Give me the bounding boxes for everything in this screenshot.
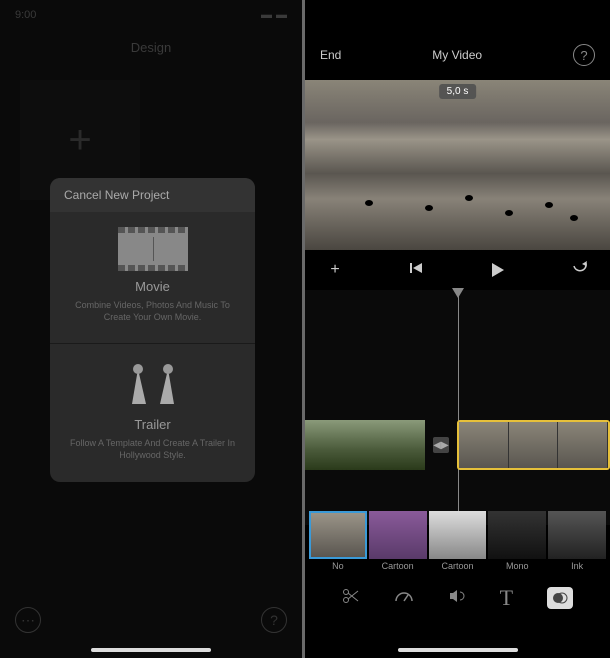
filter-thumb [548, 511, 606, 559]
transport-bar: + [305, 250, 610, 290]
filter-row: No Cartoon Cartoon Mono Ink [305, 511, 610, 576]
clip-2-selected[interactable] [457, 420, 610, 470]
timeline[interactable]: ◀▶ [305, 290, 610, 525]
home-indicator[interactable] [91, 648, 211, 652]
wifi-icon: ▬ [276, 9, 287, 21]
add-media-button[interactable]: + [320, 261, 350, 279]
filter-cartoon2[interactable]: Cartoon [429, 511, 487, 576]
filter-thumb [369, 511, 427, 559]
clip-row: ◀▶ [305, 420, 610, 470]
prev-button[interactable] [402, 261, 432, 280]
done-button[interactable]: End [320, 48, 341, 62]
transition-button[interactable]: ◀▶ [433, 437, 449, 453]
new-project-modal: Cancel New Project Movie Combine Videos,… [50, 178, 255, 482]
trailer-desc: Follow A Template And Create A Trailer I… [60, 438, 245, 461]
filter-label: No [309, 561, 367, 571]
trailer-title: Trailer [60, 417, 245, 432]
play-button[interactable] [483, 263, 513, 277]
scissors-icon[interactable] [342, 587, 360, 610]
right-screen: End My Video ? 5,0 s + ◀▶ [305, 0, 610, 658]
trailer-option[interactable]: Trailer Follow A Template And Create A T… [50, 344, 255, 481]
video-preview[interactable]: 5,0 s [305, 80, 610, 250]
speedometer-icon[interactable] [394, 587, 414, 610]
filter-mono[interactable]: Mono [488, 511, 546, 576]
help-button[interactable]: ? [573, 44, 595, 66]
filter-tool-icon[interactable] [547, 587, 573, 609]
project-title[interactable]: My Video [432, 48, 482, 62]
filter-thumb [429, 511, 487, 559]
movie-desc: Combine Videos, Photos And Music To Crea… [60, 300, 245, 323]
filter-cartoon[interactable]: Cartoon [369, 511, 427, 576]
movie-option[interactable]: Movie Combine Videos, Photos And Music T… [50, 212, 255, 344]
tool-bar: T [305, 578, 610, 618]
filter-label: Mono [488, 561, 546, 571]
signal-icon: ▬ [261, 9, 272, 21]
duck [425, 205, 433, 211]
filter-none[interactable]: No [309, 511, 367, 576]
volume-icon[interactable] [448, 587, 466, 610]
modal-cancel-header[interactable]: Cancel New Project [50, 178, 255, 212]
filter-thumb [488, 511, 546, 559]
top-nav: End My Video ? [305, 30, 610, 80]
status-icons: ▬ ▬ [261, 9, 287, 21]
movie-title: Movie [60, 279, 245, 294]
plus-icon: + [68, 118, 91, 163]
duck [365, 200, 373, 206]
duck [570, 215, 578, 221]
home-indicator[interactable] [398, 648, 518, 652]
bottom-bar: ⋯ ? [15, 607, 287, 633]
more-button[interactable]: ⋯ [15, 607, 41, 633]
clip-1[interactable] [305, 420, 425, 470]
text-icon[interactable]: T [500, 585, 513, 611]
projects-header: Design [0, 30, 302, 65]
filter-thumb [309, 511, 367, 559]
filter-label: Cartoon [429, 561, 487, 571]
duration-badge: 5,0 s [439, 84, 477, 99]
filter-ink[interactable]: Ink [548, 511, 606, 576]
playhead[interactable] [458, 290, 459, 525]
duck [545, 202, 553, 208]
time-text: 9:00 [15, 9, 36, 21]
filter-label: Cartoon [369, 561, 427, 571]
status-bar: 9:00 ▬ ▬ [0, 0, 302, 30]
film-icon [118, 227, 188, 271]
duck [465, 195, 473, 201]
undo-button[interactable] [565, 261, 595, 280]
help-button[interactable]: ? [261, 607, 287, 633]
left-screen: 9:00 ▬ ▬ Design + ⋯ ? Cancel New Project… [0, 0, 305, 658]
duck [505, 210, 513, 216]
spotlight-icon [118, 359, 188, 409]
filter-label: Ink [548, 561, 606, 571]
